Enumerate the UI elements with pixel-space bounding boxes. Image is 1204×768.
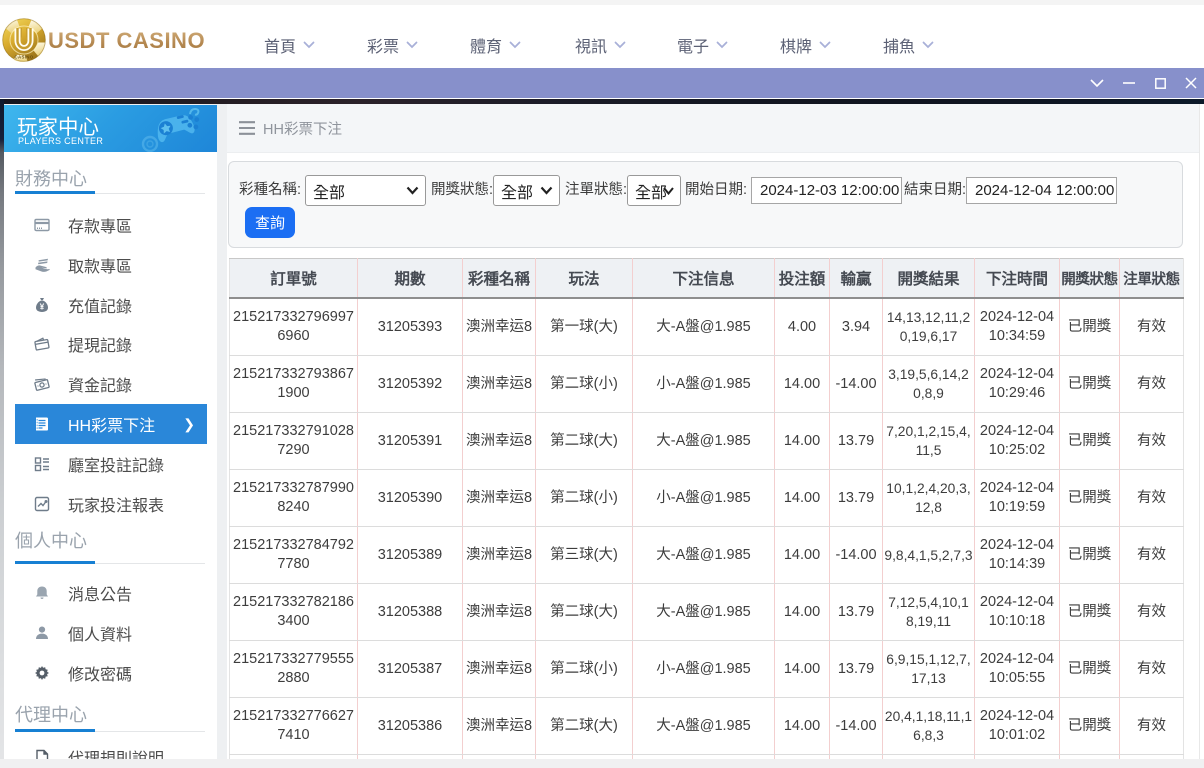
svg-text:CASINO: CASINO bbox=[15, 55, 34, 60]
svg-text:¥: ¥ bbox=[40, 303, 45, 312]
